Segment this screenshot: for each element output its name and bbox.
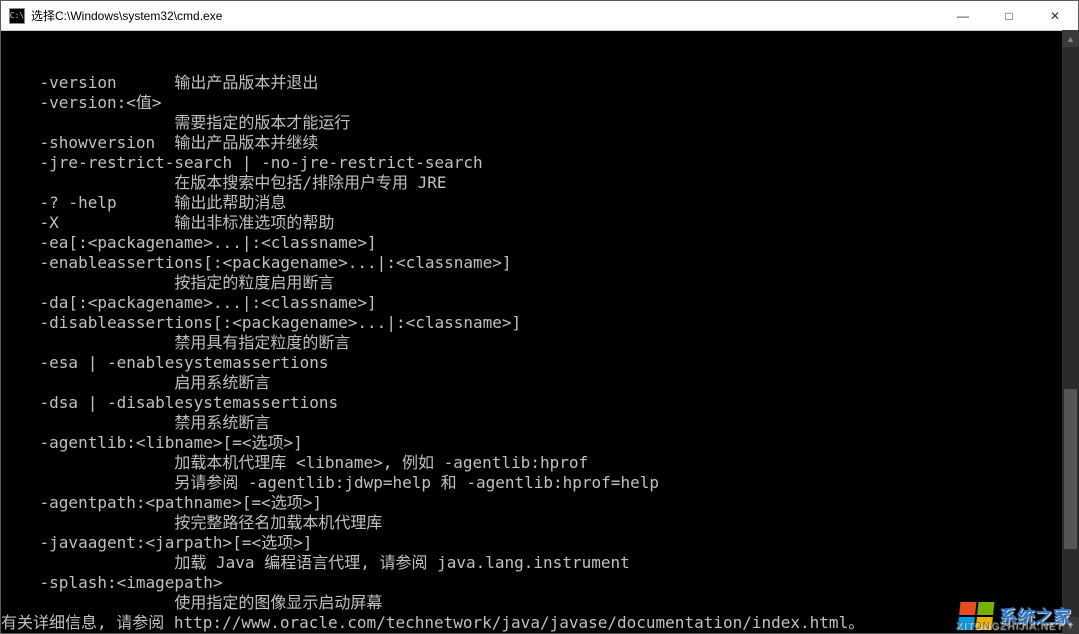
terminal-line: -jre-restrict-search | -no-jre-restrict-…	[1, 153, 1078, 173]
terminal-line: 启用系统断言	[1, 373, 1078, 393]
terminal-line: -disableassertions[:<packagename>...|:<c…	[1, 313, 1078, 333]
terminal-line: -version:<值>	[1, 93, 1078, 113]
terminal-line: 加载本机代理库 <libname>, 例如 -agentlib:hprof	[1, 453, 1078, 473]
terminal-line: -agentpath:<pathname>[=<选项>]	[1, 493, 1078, 513]
terminal-line: 使用指定的图像显示启动屏幕	[1, 593, 1078, 613]
terminal-line: -esa | -enablesystemassertions	[1, 353, 1078, 373]
watermark: 系统之家 XITONGZHIJIA.NET	[959, 602, 1071, 630]
window-title: 选择C:\Windows\system32\cmd.exe	[31, 7, 940, 24]
terminal-line: -? -help 输出此帮助消息	[1, 193, 1078, 213]
watermark-sub: XITONGZHIJIA.NET	[956, 621, 1064, 632]
cmd-window: C:\ 选择C:\Windows\system32\cmd.exe — □ ✕ …	[0, 0, 1079, 634]
terminal-line: 有关详细信息, 请参阅 http://www.oracle.com/techne…	[1, 613, 1078, 633]
terminal-line: -version 输出产品版本并退出	[1, 73, 1078, 93]
terminal-line: 另请参阅 -agentlib:jdwp=help 和 -agentlib:hpr…	[1, 473, 1078, 493]
terminal-line: -X 输出非标准选项的帮助	[1, 213, 1078, 233]
terminal-line: -agentlib:<libname>[=<选项>]	[1, 433, 1078, 453]
terminal-output[interactable]: -version 输出产品版本并退出 -version:<值> 需要指定的版本才…	[1, 31, 1078, 633]
window-controls: — □ ✕	[940, 1, 1078, 30]
minimize-button[interactable]: —	[940, 1, 986, 30]
terminal-line: -dsa | -disablesystemassertions	[1, 393, 1078, 413]
maximize-button[interactable]: □	[986, 1, 1032, 30]
scrollbar[interactable]: ▲ ▼	[1062, 30, 1079, 634]
scrollbar-thumb[interactable]	[1064, 389, 1077, 549]
terminal-line: -enableassertions[:<packagename>...|:<cl…	[1, 253, 1078, 273]
terminal-line: 禁用系统断言	[1, 413, 1078, 433]
terminal-line: 按指定的粒度启用断言	[1, 273, 1078, 293]
terminal-line: -showversion 输出产品版本并继续	[1, 133, 1078, 153]
close-button[interactable]: ✕	[1032, 1, 1078, 30]
terminal-line: 需要指定的版本才能运行	[1, 113, 1078, 133]
titlebar[interactable]: C:\ 选择C:\Windows\system32\cmd.exe — □ ✕	[1, 1, 1078, 31]
terminal-line: -da[:<packagename>...|:<classname>]	[1, 293, 1078, 313]
terminal-line: 禁用具有指定粒度的断言	[1, 333, 1078, 353]
terminal-line: -ea[:<packagename>...|:<classname>]	[1, 233, 1078, 253]
scroll-up-button[interactable]: ▲	[1062, 30, 1079, 47]
terminal-line: -splash:<imagepath>	[1, 573, 1078, 593]
cmd-icon: C:\	[9, 8, 25, 24]
scrollbar-track[interactable]	[1062, 47, 1079, 617]
terminal-line: 在版本搜索中包括/排除用户专用 JRE	[1, 173, 1078, 193]
terminal-line: -javaagent:<jarpath>[=<选项>]	[1, 533, 1078, 553]
terminal-line: 加载 Java 编程语言代理, 请参阅 java.lang.instrument	[1, 553, 1078, 573]
terminal-line: 按完整路径名加载本机代理库	[1, 513, 1078, 533]
